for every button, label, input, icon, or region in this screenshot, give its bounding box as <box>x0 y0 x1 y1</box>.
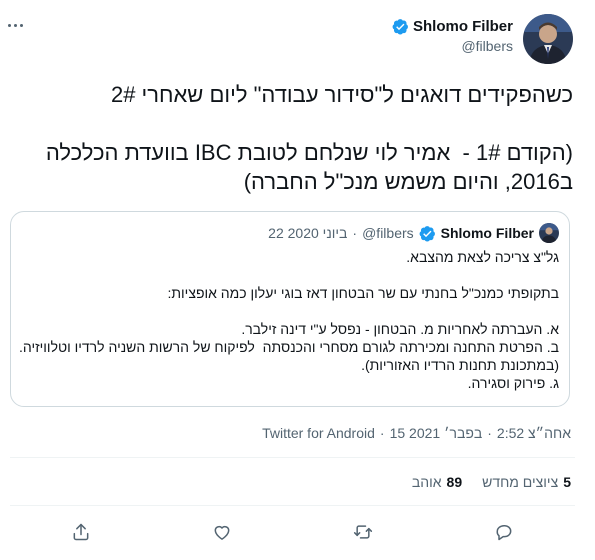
retweets-count: 5 <box>563 474 571 490</box>
heart-icon <box>214 525 230 540</box>
tweet-source[interactable]: Twitter for Android <box>262 425 375 441</box>
reply-button[interactable] <box>486 514 522 550</box>
quoted-separator: · <box>352 225 358 241</box>
verified-badge-icon <box>392 19 408 35</box>
avatar[interactable] <box>523 14 573 64</box>
retweet-icon <box>354 525 373 539</box>
quoted-tweet-header: Shlomo Filber @filbers · 22 ביוני 2020 <box>268 223 559 243</box>
likes-count: 89 <box>446 474 463 490</box>
quoted-author-name: Shlomo Filber <box>440 225 534 241</box>
divider <box>10 505 575 506</box>
quoted-avatar-photo <box>539 223 559 243</box>
reply-icon <box>496 525 512 541</box>
quoted-avatar <box>539 223 559 243</box>
avatar-photo <box>523 14 573 64</box>
verified-badge-icon <box>419 225 435 242</box>
likes-label: אוהב <box>411 474 442 490</box>
author-handle[interactable]: @filbers <box>392 38 513 54</box>
retweet-button[interactable] <box>345 514 381 550</box>
divider <box>10 457 575 458</box>
more-dot <box>8 23 11 27</box>
more-dot <box>20 23 23 27</box>
retweets-stat[interactable]: 5 ציוצים מחדש <box>482 474 571 490</box>
likes-stat[interactable]: 89 אוהב <box>412 474 462 490</box>
tweet-meta: 2:52 אחה״צ · 15 בפבר׳ 2021 · Twitter for… <box>262 425 571 441</box>
share-icon <box>73 523 89 541</box>
tweet-text: כשהפקידים דואגים ל"סידור עבודה" ליום שאח… <box>45 82 573 194</box>
quoted-date: 22 ביוני 2020 <box>268 225 348 241</box>
retweets-label: ציוצים מחדש <box>482 474 559 490</box>
more-dot <box>14 23 17 27</box>
tweet-actions <box>10 514 575 550</box>
author-name-line: Shlomo Filber <box>392 18 513 35</box>
more-options-button[interactable] <box>8 18 30 32</box>
tweet-stats: 5 ציוצים מחדש 89 אוהב <box>412 474 571 490</box>
like-button[interactable] <box>204 514 240 550</box>
author-name[interactable]: Shlomo Filber <box>413 18 513 35</box>
meta-separator: · <box>379 425 385 441</box>
quoted-tweet-text: גל"צ צריכה לצאת מהצבא. בתקופתי כמנכ"ל בח… <box>19 249 559 391</box>
meta-separator: · <box>487 425 492 441</box>
tweet-date[interactable]: 15 בפבר׳ 2021 <box>390 425 483 441</box>
share-button[interactable] <box>63 514 99 550</box>
quoted-tweet[interactable]: Shlomo Filber @filbers · 22 ביוני 2020 ג… <box>10 211 570 407</box>
tweet-time[interactable]: 2:52 אחה״צ <box>497 425 571 441</box>
quoted-author-handle: @filbers <box>362 225 414 241</box>
author-block: Shlomo Filber @filbers <box>392 18 513 54</box>
